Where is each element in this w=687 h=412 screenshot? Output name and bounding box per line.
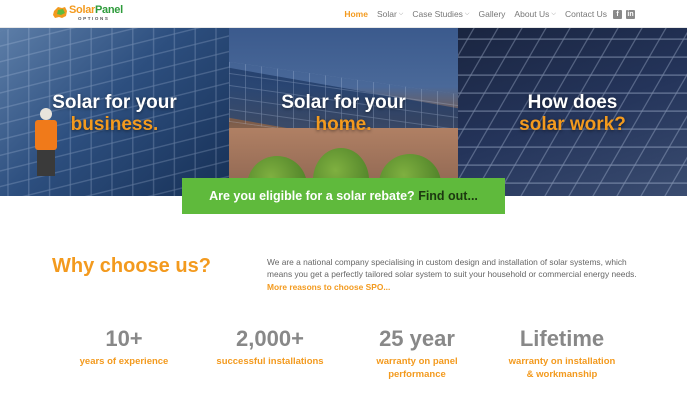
australia-map-icon <box>53 7 67 18</box>
site-header: SolarPanel OPTIONS Home Solar ⌵ Case Stud… <box>0 0 687 28</box>
nav-about-us[interactable]: About Us ⌵ <box>514 9 556 19</box>
hero-tile-title: How does solar work? <box>519 92 626 135</box>
section-title: Why choose us? <box>52 255 211 277</box>
nav-solar[interactable]: Solar ⌵ <box>377 9 403 19</box>
stat-label: successful installations <box>216 356 324 367</box>
stat-installations: 2,000+ successful installations <box>208 326 332 369</box>
stat-label: warranty on installation & workmanship <box>508 356 616 380</box>
hero-tiles: Solar for your business. Solar for your … <box>0 28 687 196</box>
cta-link[interactable]: Find out... <box>418 189 478 203</box>
stat-label: warranty on panel performance <box>376 356 458 380</box>
chevron-down-icon: ⌵ <box>398 10 404 17</box>
hero-tile-title: Solar for your business. <box>52 92 177 135</box>
main-nav: Home Solar ⌵ Case Studies ⌵ Gallery About … <box>335 0 635 28</box>
chevron-down-icon: ⌵ <box>464 10 470 17</box>
stat-panel-warranty: 25 year warranty on panel performance <box>355 326 479 381</box>
cta-text: Are you eligible for a solar rebate? <box>209 189 415 203</box>
stat-value: 25 year <box>379 326 455 351</box>
body-text: We are a national company specialising i… <box>267 257 637 280</box>
logo-tagline: OPTIONS <box>78 16 110 21</box>
stat-value: 10+ <box>105 326 143 351</box>
stat-experience: 10+ years of experience <box>62 326 186 369</box>
hero-tile-home[interactable]: Solar for your home. <box>229 28 458 196</box>
hero-tile-how-solar-works[interactable]: How does solar work? <box>458 28 687 196</box>
nav-case-studies[interactable]: Case Studies ⌵ <box>412 9 469 19</box>
hero-tile-business[interactable]: Solar for your business. <box>0 28 229 196</box>
rebate-cta-button[interactable]: Are you eligible for a solar rebate? Fin… <box>182 178 505 214</box>
nav-contact-us[interactable]: Contact Us <box>565 9 607 19</box>
section-body: We are a national company specialising i… <box>267 256 639 293</box>
nav-gallery[interactable]: Gallery <box>478 9 505 19</box>
chevron-down-icon: ⌵ <box>551 10 556 17</box>
logo-wordmark: SolarPanel <box>69 4 123 16</box>
stat-label: years of experience <box>79 356 169 367</box>
stat-value: Lifetime <box>519 326 605 351</box>
stat-lifetime-warranty: Lifetime warranty on installation & workm… <box>492 326 632 381</box>
facebook-icon[interactable]: f <box>613 9 622 19</box>
more-reasons-link[interactable]: More reasons to choose SPO... <box>267 282 390 292</box>
stat-value: 2,000+ <box>236 326 304 351</box>
linkedin-icon[interactable]: in <box>626 9 635 19</box>
nav-home[interactable]: Home <box>344 9 368 19</box>
logo[interactable]: SolarPanel OPTIONS <box>52 4 123 24</box>
hero-tile-title: Solar for your home. <box>281 92 406 135</box>
